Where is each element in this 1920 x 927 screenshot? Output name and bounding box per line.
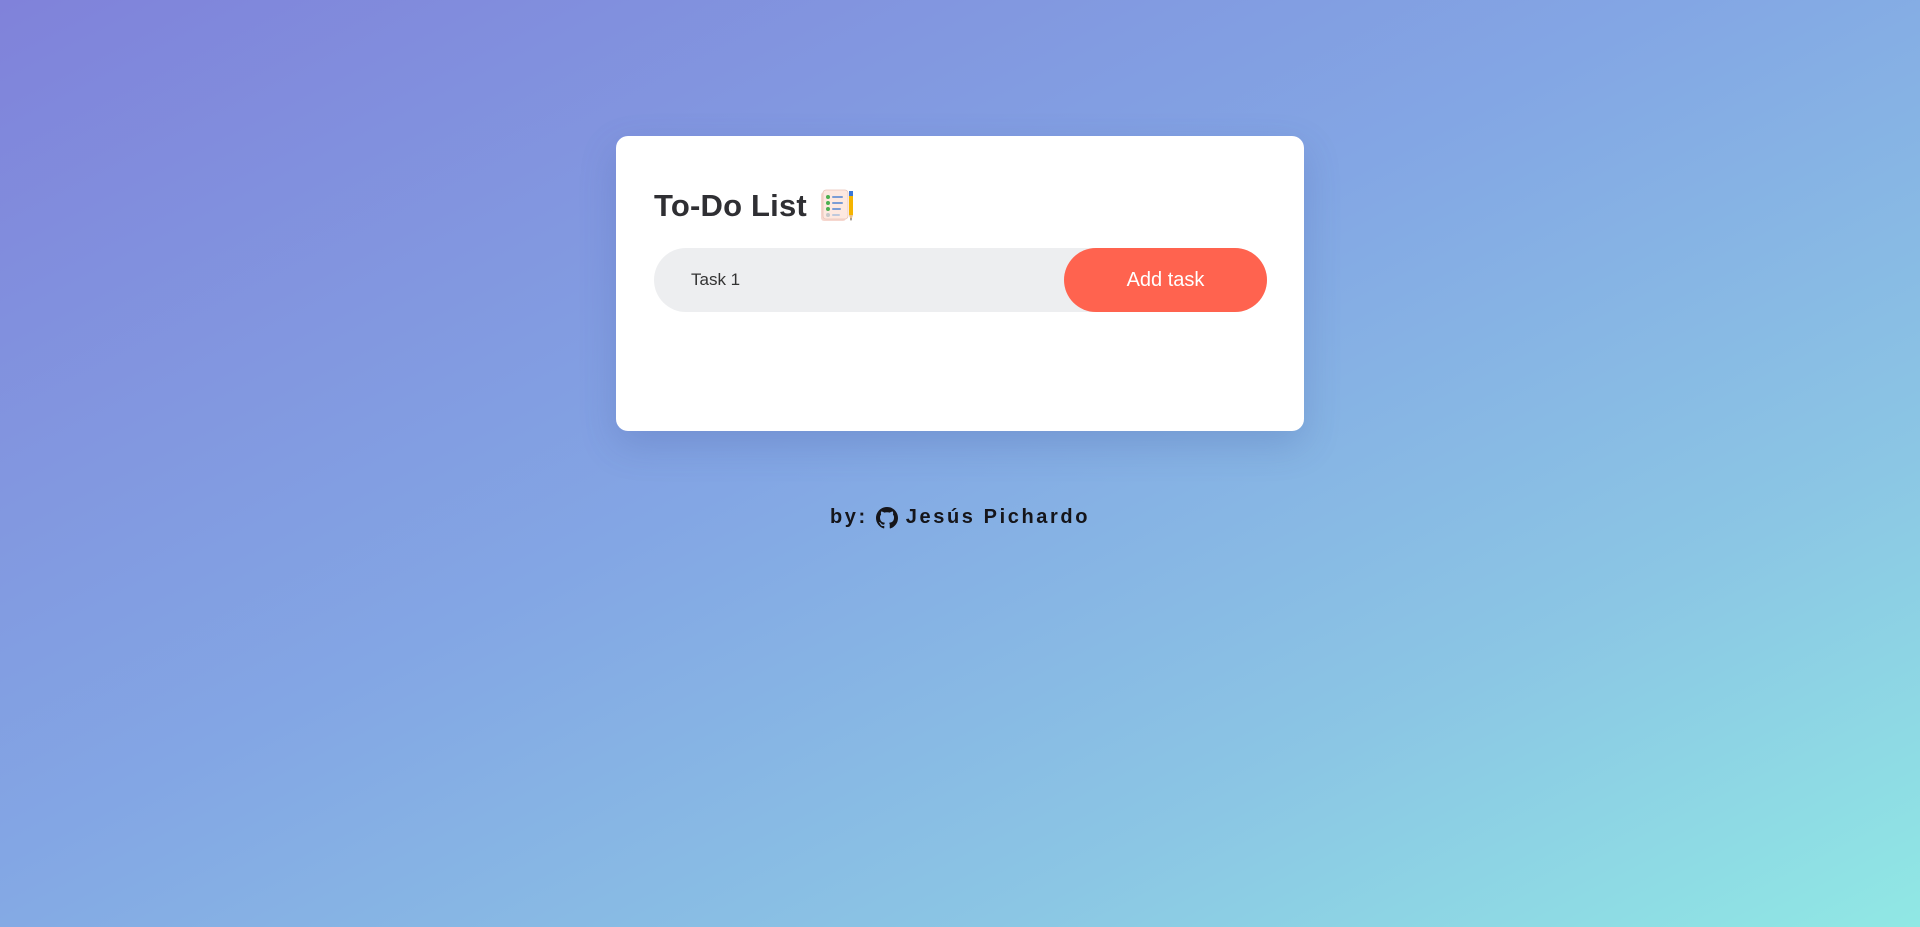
todo-card: To-Do List Add task [616, 136, 1304, 431]
title-row: To-Do List [654, 186, 855, 226]
task-input[interactable] [654, 248, 1074, 312]
author-link[interactable]: Jesús Pichardo [906, 506, 1090, 529]
footer-prefix: by: [829, 506, 868, 528]
task-list [654, 332, 1267, 402]
task-input-row: Add task [654, 248, 1267, 312]
page-title: To-Do List [654, 188, 807, 223]
add-task-button[interactable]: Add task [1064, 248, 1267, 312]
clipboard-checklist-icon [820, 189, 853, 221]
footer-credit: by: Jesús Pichardo [0, 506, 1920, 529]
github-icon[interactable] [875, 506, 898, 529]
